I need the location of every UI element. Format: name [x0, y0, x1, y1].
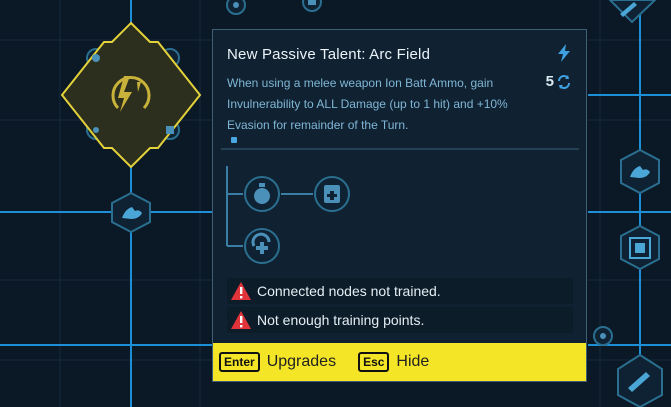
- arc-field-talent-icon[interactable]: [104, 68, 158, 122]
- talent-cost: 5: [546, 73, 572, 90]
- warning-icon: [231, 311, 251, 329]
- warning-icon: [231, 282, 251, 300]
- talent-cost-value: 5: [545, 73, 554, 90]
- talent-description: When using a melee weapon Ion Batt Ammo,…: [227, 76, 508, 132]
- esc-key[interactable]: Esc: [358, 352, 390, 372]
- stopwatch-node: [244, 176, 280, 212]
- hide-action[interactable]: Hide: [396, 353, 429, 371]
- enter-key[interactable]: Enter: [219, 352, 260, 372]
- warning-connected-nodes: Connected nodes not trained.: [227, 278, 573, 304]
- tooltip-footer: Enter Upgrades Esc Hide: [213, 343, 586, 381]
- progress-pip: [231, 137, 237, 143]
- talent-tooltip: New Passive Talent: Arc Field When using…: [212, 29, 587, 382]
- warning-training-points: Not enough training points.: [227, 307, 573, 333]
- divider: [221, 148, 579, 150]
- cycle-icon: [558, 74, 570, 89]
- lightning-bolt-icon: [558, 44, 570, 62]
- warning-text: Not enough training points.: [257, 312, 425, 328]
- heal-cycle-node: [244, 228, 280, 264]
- talent-title: New Passive Talent: Arc Field: [227, 46, 431, 63]
- warning-text: Connected nodes not trained.: [257, 283, 441, 299]
- medkit-node: [314, 176, 350, 212]
- connected-nodes-tree: [226, 166, 350, 264]
- upgrades-action[interactable]: Upgrades: [267, 353, 336, 371]
